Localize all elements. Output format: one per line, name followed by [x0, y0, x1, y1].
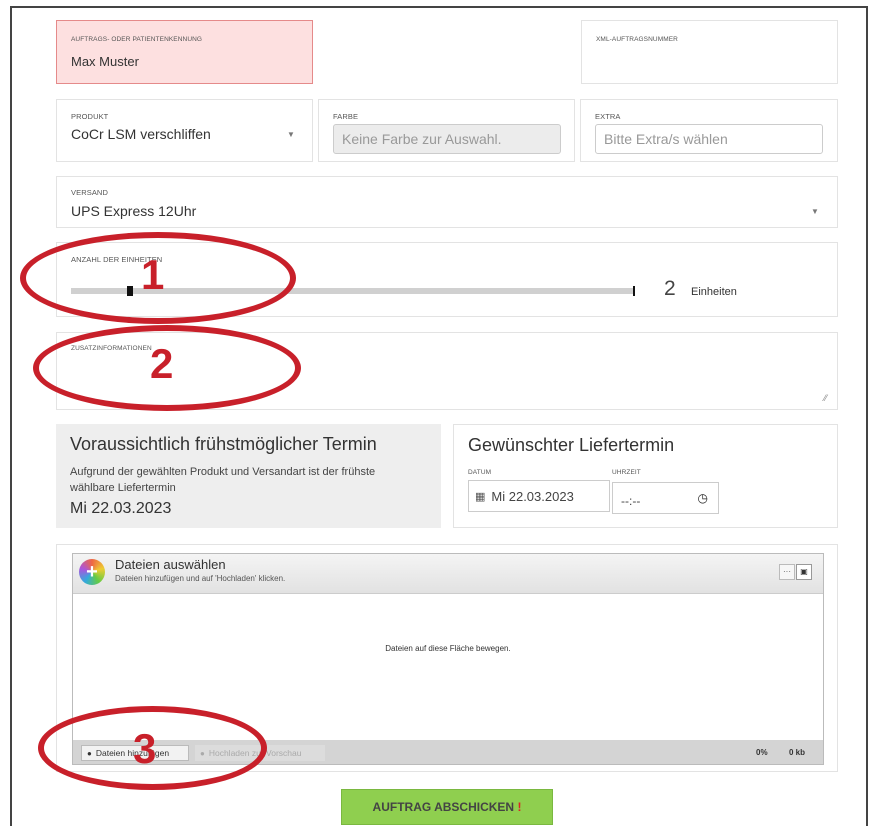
product-select[interactable]: PRODUKT CoCr LSM verschliffen ▼	[56, 99, 313, 162]
submit-order-mark: !	[517, 800, 522, 814]
submit-order-label: AUFTRAG ABSCHICKEN	[372, 800, 515, 814]
time-label: UHRZEIT	[612, 469, 641, 476]
date-value: Mi 22.03.2023	[491, 488, 574, 504]
product-value: CoCr LSM verschliffen	[71, 126, 211, 142]
date-label: DATUM	[468, 469, 492, 476]
annotation-number-2: 2	[150, 340, 174, 387]
desired-date-title: Gewünschter Liefertermin	[468, 435, 675, 455]
chevron-down-icon: ▼	[287, 130, 295, 139]
thumbnail-view-button[interactable]: ▣	[796, 564, 812, 580]
extra-input[interactable]: Bitte Extra/s wählen	[595, 124, 823, 154]
uploader-subtitle: Dateien hinzufügen und auf 'Hochladen' k…	[115, 574, 286, 583]
earliest-date-panel: Voraussichtlich frühstmöglicher Termin A…	[56, 424, 441, 528]
uploader-title: Dateien auswählen	[115, 557, 226, 572]
shipping-select[interactable]: VERSAND UPS Express 12Uhr ▼	[56, 176, 838, 228]
drop-zone[interactable]: Dateien auf diese Fläche bewegen.	[73, 644, 823, 653]
patient-id-label: AUFTRAGS- ODER PATIENTENKENNUNG	[71, 36, 203, 43]
time-value: --:--	[621, 494, 641, 508]
clock-icon[interactable]: ◷	[698, 491, 708, 505]
add-files-icon[interactable]: +	[79, 559, 105, 585]
chevron-down-icon: ▼	[811, 207, 819, 216]
annotation-number-3: 3	[133, 725, 157, 772]
xml-order-label: XML-AUFTRAGSNUMMER	[596, 36, 678, 43]
upload-size: 0 kb	[789, 748, 806, 757]
xml-order-field[interactable]: XML-AUFTRAGSNUMMER	[581, 20, 838, 84]
earliest-date-title: Voraussichtlich frühstmöglicher Termin	[70, 434, 377, 454]
calendar-icon: ▦	[475, 490, 486, 503]
annotation-number-1: 1	[141, 251, 165, 298]
list-view-button[interactable]: ···	[779, 564, 795, 580]
units-slider-end	[633, 286, 635, 296]
upload-percent: 0%	[756, 748, 768, 757]
color-field: FARBE Keine Farbe zur Auswahl.	[318, 99, 575, 162]
submit-order-button[interactable]: AUFTRAG ABSCHICKEN !	[341, 789, 553, 825]
time-input[interactable]: --:-- ◷	[612, 482, 719, 514]
resize-handle-icon[interactable]: ⁄⁄	[824, 393, 827, 403]
extra-field: EXTRA Bitte Extra/s wählen	[580, 99, 838, 162]
shipping-label: VERSAND	[71, 188, 108, 197]
units-count: 2	[664, 277, 676, 300]
uploader-header: + Dateien auswählen Dateien hinzufügen u…	[73, 554, 823, 594]
color-input: Keine Farbe zur Auswahl.	[333, 124, 561, 154]
shipping-value: UPS Express 12Uhr	[71, 203, 197, 219]
patient-id-value: Max Muster	[71, 54, 139, 69]
units-unit-label: Einheiten	[691, 286, 737, 298]
extra-label: EXTRA	[595, 112, 621, 121]
earliest-date-text: Aufgrund der gewählten Produkt und Versa…	[70, 466, 376, 494]
desired-date-panel: Gewünschter Liefertermin DATUM UHRZEIT ▦…	[453, 424, 838, 528]
date-input[interactable]: ▦ Mi 22.03.2023	[468, 480, 610, 512]
color-label: FARBE	[333, 112, 359, 121]
product-label: PRODUKT	[71, 112, 109, 121]
earliest-date-value: Mi 22.03.2023	[70, 500, 172, 517]
patient-id-field[interactable]: AUFTRAGS- ODER PATIENTENKENNUNG Max Must…	[56, 20, 313, 84]
